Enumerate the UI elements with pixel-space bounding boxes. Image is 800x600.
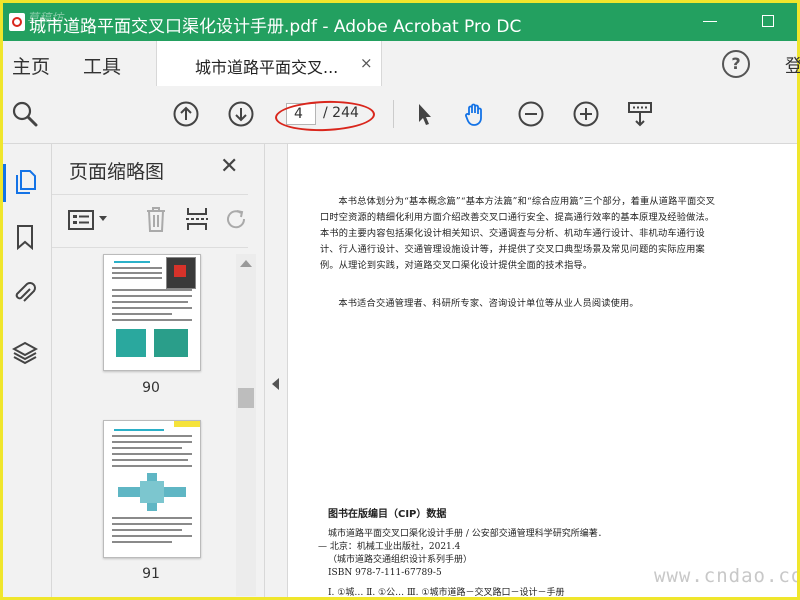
acrobat-icon bbox=[9, 13, 25, 31]
cip-line: — 北京：机械工业出版社，2021.4 bbox=[318, 542, 461, 552]
extract-pages-icon[interactable] bbox=[185, 205, 209, 233]
document-tab-label: 城市道路平面交叉... bbox=[195, 58, 339, 77]
options-menu-icon[interactable] bbox=[68, 209, 94, 231]
cip-line: 城市道路平面交叉口渠化设计手册 / 公安部交通管理科学研究所编著． bbox=[328, 529, 607, 539]
bookmark-icon[interactable] bbox=[12, 224, 38, 250]
toolbar: 4 / 244 bbox=[3, 86, 797, 144]
select-cursor-icon[interactable] bbox=[411, 101, 437, 127]
title-bar: 草稿坊 城市道路平面交叉口渠化设计手册.pdf - Adobe Acrobat … bbox=[3, 3, 797, 41]
rotate-icon[interactable] bbox=[224, 207, 248, 231]
next-page-icon[interactable] bbox=[228, 101, 254, 127]
page-thumbnails-icon[interactable] bbox=[12, 168, 38, 194]
tab-tools[interactable]: 工具 bbox=[83, 52, 121, 79]
thumbnail-page-number: 91 bbox=[142, 566, 160, 582]
page-display-icon[interactable] bbox=[627, 101, 653, 127]
cip-line: ISBN 978-7-111-67789-5 bbox=[328, 568, 442, 578]
thumbnail-page-91[interactable] bbox=[103, 420, 201, 558]
document-page: 本书总体划分为“基本概念篇”“基本方法篇”和“综合应用篇”三个部分，着重从道路平… bbox=[288, 144, 797, 597]
audience-paragraph: 本书适合交通管理者、科研所专家、咨询设计单位等从业人员阅读使用。 bbox=[338, 298, 639, 309]
close-tab-icon[interactable]: × bbox=[360, 54, 373, 72]
layers-icon[interactable] bbox=[12, 340, 38, 366]
intersection-diagram-icon bbox=[118, 473, 186, 511]
collapse-arrow-icon[interactable] bbox=[272, 378, 279, 390]
panel-title: 页面缩略图 bbox=[69, 161, 165, 183]
delete-icon[interactable] bbox=[144, 205, 168, 233]
panel-collapse-handle[interactable] bbox=[265, 144, 288, 597]
cip-line: （城市道路交通组织设计系列手册） bbox=[328, 555, 473, 565]
tab-bar: 主页 工具 城市道路平面交叉... × ? 登录 bbox=[3, 41, 800, 87]
chevron-down-icon[interactable] bbox=[98, 215, 108, 223]
tab-home[interactable]: 主页 bbox=[12, 52, 50, 79]
search-icon[interactable] bbox=[12, 101, 38, 127]
minimize-button[interactable] bbox=[703, 21, 717, 22]
scrollbar-thumb[interactable] bbox=[238, 388, 254, 408]
panel-toolbar bbox=[52, 194, 248, 248]
help-icon[interactable]: ? bbox=[722, 50, 750, 78]
toolbar-divider bbox=[393, 100, 394, 128]
zoom-in-icon[interactable] bbox=[573, 101, 599, 127]
signin-link[interactable]: 登录 bbox=[785, 52, 800, 78]
site-watermark: www.cndao.com bbox=[654, 565, 797, 587]
page-thumbnails-panel: 页面缩略图 ✕ 90 91 bbox=[52, 144, 265, 597]
tab-document[interactable]: 城市道路平面交叉... × bbox=[156, 41, 382, 86]
scroll-up-arrow-icon[interactable] bbox=[240, 260, 252, 267]
previous-page-icon[interactable] bbox=[173, 101, 199, 127]
window-title: 城市道路平面交叉口渠化设计手册.pdf - Adobe Acrobat Pro … bbox=[29, 17, 522, 37]
summary-paragraph: 本书总体划分为“基本概念篇”“基本方法篇”和“综合应用篇”三个部分，着重从道路平… bbox=[320, 196, 716, 271]
panel-close-icon[interactable]: ✕ bbox=[220, 154, 238, 179]
active-indicator bbox=[3, 164, 6, 202]
thumbnail-page-number: 90 bbox=[142, 380, 160, 396]
cip-line: Ⅰ. ①城… Ⅱ. ①公… Ⅲ. ①城市道路－交叉路口－设计－手册 bbox=[328, 588, 565, 597]
left-nav-rail bbox=[3, 144, 52, 597]
zoom-out-icon[interactable] bbox=[518, 101, 544, 127]
thumbnail-scrollbar[interactable] bbox=[236, 254, 256, 596]
maximize-button[interactable] bbox=[762, 15, 774, 27]
cip-title: 图书在版编目（CIP）数据 bbox=[328, 509, 447, 520]
thumbnail-page-90[interactable] bbox=[103, 254, 201, 371]
hand-tool-icon[interactable] bbox=[462, 101, 488, 127]
attachment-icon[interactable] bbox=[12, 280, 38, 306]
